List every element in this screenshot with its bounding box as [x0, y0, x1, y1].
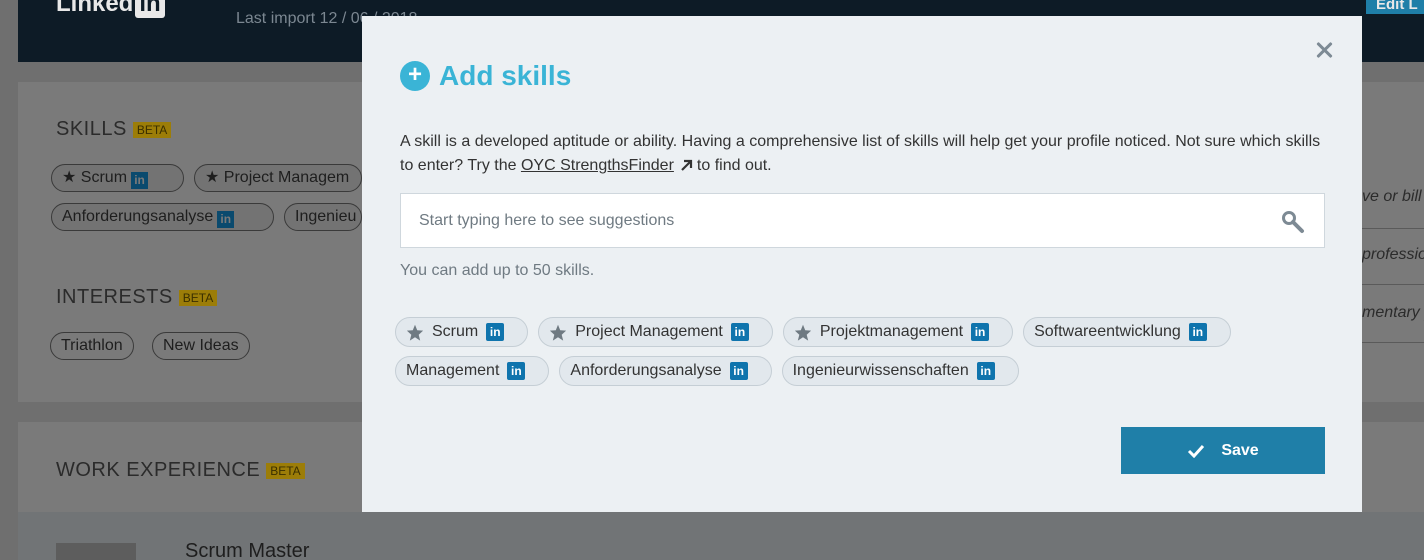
skill-tag-label: Projektmanagement — [819, 323, 964, 340]
skill-tag-label: Management — [406, 362, 500, 379]
linkedin-icon: in — [976, 362, 995, 380]
linkedin-icon: in — [486, 323, 505, 341]
bg-snippet: mentary p — [1362, 304, 1424, 321]
skill-tag-label: Scrum — [432, 323, 479, 340]
modal-title: + Add skills — [400, 60, 571, 92]
star-icon[interactable] — [406, 324, 424, 341]
skill-tag[interactable]: Ingenieurwissenschaften in — [781, 356, 1019, 386]
linkedin-icon: in — [217, 211, 235, 228]
close-icon[interactable] — [1312, 38, 1336, 62]
bg-skill-tag: ★ Scrum in — [51, 164, 184, 192]
skill-tag[interactable]: Softwareentwicklung in — [1023, 317, 1231, 347]
linkedin-icon: in — [729, 362, 748, 380]
bg-interest-tag: New Ideas — [152, 332, 250, 360]
star-icon[interactable] — [549, 324, 567, 341]
search-icon[interactable] — [1281, 210, 1305, 234]
save-label: Save — [1221, 441, 1259, 459]
linkedin-icon: in — [131, 172, 149, 189]
skill-tag[interactable]: Management in — [395, 356, 550, 386]
skill-tag[interactable]: Anforderungsanalyse in — [559, 356, 772, 386]
interests-section-title: INTERESTS BETA — [56, 286, 218, 309]
bg-skill-tag: ★ Project Managem — [194, 164, 362, 192]
strengthsfinder-link[interactable]: OYC StrengthsFinder — [521, 157, 674, 174]
skill-search-input[interactable] — [419, 194, 1259, 247]
plus-icon: + — [400, 61, 430, 91]
skill-tag[interactable]: Projektmanagement in — [782, 317, 1014, 347]
bg-skill-tag: Anforderungsanalyse in — [51, 203, 274, 231]
work-section-title: WORK EXPERIENCE BETA — [56, 459, 305, 482]
check-icon — [1188, 444, 1205, 458]
star-icon: ★ — [205, 169, 220, 186]
skill-tag[interactable]: Scrum in — [395, 317, 529, 347]
star-icon[interactable] — [794, 324, 812, 341]
external-link-icon — [681, 159, 693, 171]
skill-search — [400, 193, 1325, 248]
linkedin-icon: in — [730, 323, 749, 341]
bg-snippet: professio — [1362, 246, 1424, 263]
beta-badge: BETA — [178, 289, 218, 306]
company-logo — [56, 543, 136, 560]
star-icon: ★ — [62, 169, 77, 186]
role-title: Scrum Master — [185, 540, 310, 560]
save-button[interactable]: Save — [1121, 427, 1325, 474]
skill-limit-hint: You can add up to 50 skills. — [400, 262, 595, 279]
skill-tag-label: Project Management — [575, 323, 723, 340]
skill-tag[interactable]: Project Management in — [538, 317, 773, 347]
skill-tag-label: Ingenieurwissenschaften — [792, 362, 969, 379]
modal-title-text: Add skills — [439, 60, 572, 91]
beta-badge: BETA — [266, 462, 305, 479]
bg-interest-tag: Triathlon — [50, 332, 134, 360]
edit-button[interactable]: Edit L — [1366, 0, 1424, 14]
selected-skills: Scrum in Project Management in Projektmanage… — [395, 317, 1325, 395]
linkedin-icon: in — [1188, 323, 1207, 341]
bg-snippet: ve or bill — [1362, 188, 1422, 205]
skill-tag-label: Softwareentwicklung — [1034, 323, 1181, 340]
beta-badge: BETA — [132, 121, 172, 138]
linkedin-icon: in — [971, 323, 990, 341]
add-skills-modal: + Add skills A skill is a developed apti… — [362, 16, 1362, 512]
modal-description: A skill is a developed aptitude or abili… — [400, 133, 1321, 174]
linkedin-logo: Linked in — [56, 0, 165, 18]
skill-tag-label: Anforderungsanalyse — [570, 362, 722, 379]
bg-skill-tag: Ingenieu — [284, 203, 362, 231]
linkedin-icon: in — [507, 362, 526, 380]
skills-section-title: SKILLS BETA — [56, 118, 172, 141]
